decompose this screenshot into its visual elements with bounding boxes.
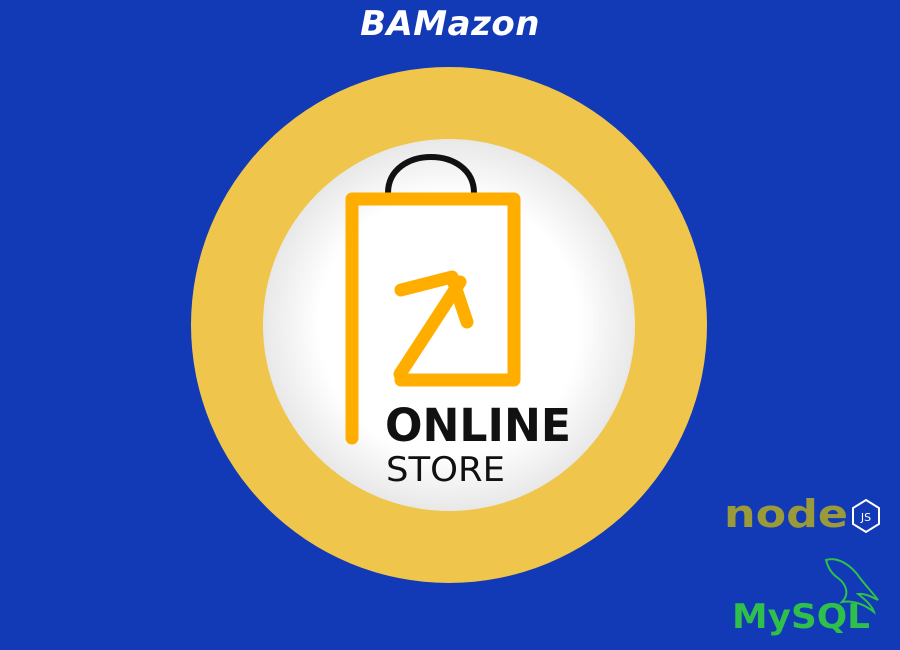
logo-text-store: STORE bbox=[386, 450, 505, 490]
online-store-logo: ONLINE STORE node JS MySQL bbox=[191, 67, 880, 637]
mysql-logo: MySQL bbox=[732, 558, 879, 637]
node-js-badge-text: JS bbox=[860, 511, 871, 524]
node-logo-text: node bbox=[724, 492, 848, 536]
logo-text-online: ONLINE bbox=[385, 399, 571, 452]
poster: BAMazon ONLINE STORE node JS MySQL bbox=[0, 0, 900, 650]
nodejs-logo: node JS bbox=[724, 492, 880, 536]
mysql-logo-text: MySQL bbox=[732, 597, 870, 637]
